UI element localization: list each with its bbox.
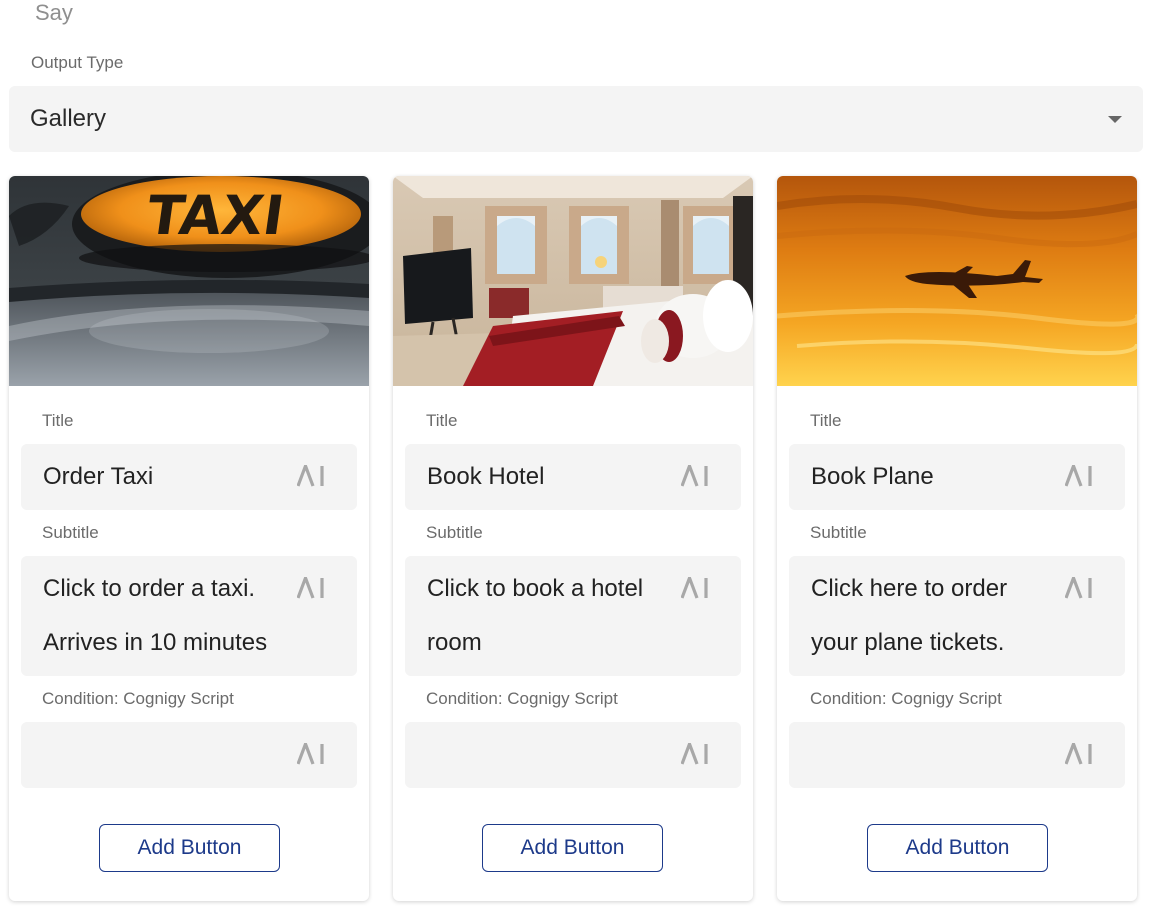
output-type-label: Output Type [31, 53, 124, 72]
subtitle-label: Subtitle [426, 523, 483, 542]
ai-icon[interactable] [681, 577, 711, 599]
subtitle-field[interactable]: Click to book a hotel room [405, 556, 741, 676]
condition-label: Condition: Cognigy Script [810, 689, 1002, 708]
ai-icon[interactable] [681, 465, 711, 487]
subtitle-line-2: Arrives in 10 minutes [43, 629, 268, 656]
ai-icon[interactable] [1065, 743, 1095, 765]
subtitle-label: Subtitle [810, 523, 867, 542]
subtitle-line-2: your plane tickets. [811, 629, 1005, 656]
condition-field[interactable] [21, 722, 357, 788]
hotel-image [393, 176, 753, 386]
condition-field[interactable] [405, 722, 741, 788]
dropdown-arrow-icon [1108, 116, 1122, 123]
subtitle-field[interactable]: Click here to order your plane tickets. [789, 556, 1125, 676]
output-type-select[interactable]: Gallery [9, 86, 1143, 152]
add-button[interactable]: Add Button [482, 824, 663, 872]
title-value: Book Hotel [427, 463, 545, 490]
ai-icon[interactable] [297, 577, 327, 599]
ai-icon[interactable] [1065, 465, 1095, 487]
title-value: Book Plane [811, 463, 934, 490]
title-field[interactable]: Book Plane [789, 444, 1125, 510]
svg-text:TAXI: TAXI [143, 184, 288, 247]
add-button[interactable]: Add Button [99, 824, 280, 872]
subtitle-line-1: Click to book a hotel [427, 575, 644, 602]
subtitle-field[interactable]: Click to order a taxi. Arrives in 10 min… [21, 556, 357, 676]
output-type-value: Gallery [30, 105, 107, 132]
subtitle-line-1: Click here to order [811, 575, 1008, 602]
subtitle-label: Subtitle [42, 523, 99, 542]
condition-field[interactable] [789, 722, 1125, 788]
ai-icon[interactable] [297, 465, 327, 487]
gallery-card-plane: Title Book Plane Subtitle Click here to … [777, 176, 1137, 901]
add-button[interactable]: Add Button [867, 824, 1048, 872]
title-label: Title [42, 411, 74, 430]
gallery-card-taxi: TAXI Title Order Taxi Subtitle Click to … [9, 176, 369, 901]
title-field[interactable]: Book Hotel [405, 444, 741, 510]
plane-image [777, 176, 1137, 386]
gallery-card-hotel: Title Book Hotel Subtitle Click to book … [393, 176, 753, 901]
condition-label: Condition: Cognigy Script [42, 689, 234, 708]
condition-label: Condition: Cognigy Script [426, 689, 618, 708]
subtitle-line-1: Click to order a taxi. [43, 575, 256, 602]
title-label: Title [810, 411, 842, 430]
say-label: Say [35, 0, 73, 25]
subtitle-line-2: room [427, 629, 482, 656]
ai-icon[interactable] [681, 743, 711, 765]
ai-icon[interactable] [297, 743, 327, 765]
ai-icon[interactable] [1065, 577, 1095, 599]
taxi-image: TAXI [9, 176, 369, 386]
title-label: Title [426, 411, 458, 430]
title-value: Order Taxi [43, 463, 154, 490]
title-field[interactable]: Order Taxi [21, 444, 357, 510]
